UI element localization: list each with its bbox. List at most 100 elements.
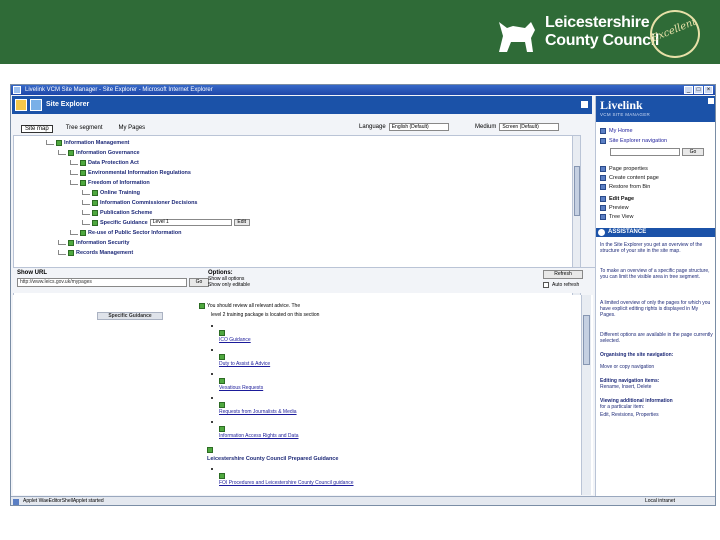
preview-icon	[600, 205, 606, 211]
tree-node[interactable]: Freedom of Information	[70, 178, 150, 187]
bullet	[211, 421, 213, 423]
tree-connector	[58, 240, 66, 245]
page-icon	[92, 219, 98, 226]
sidebar-go-button[interactable]: Go	[682, 148, 704, 156]
tree-node[interactable]: Re-use of Public Sector Information	[70, 228, 182, 237]
globe-icon	[30, 99, 42, 111]
sidebar-item-preview[interactable]: Preview	[600, 205, 629, 211]
tree-connector	[82, 200, 90, 205]
tree-connector	[70, 180, 78, 185]
guidance-link[interactable]: Duty to Assist & Advice	[219, 361, 270, 367]
guidance-link[interactable]: Information Access Rights and Data	[219, 433, 299, 439]
sidebar-item-label: Tree View	[609, 214, 634, 220]
tree-node-label: Information Commissioner Decisions	[100, 199, 198, 206]
content-scrollbar-thumb[interactable]	[583, 315, 590, 365]
sidebar-item-site-explorer[interactable]: Site Explorer navigation	[600, 138, 667, 144]
tree-node[interactable]: Information Governance	[58, 148, 140, 157]
sidebar-item-tree-view[interactable]: Tree View	[600, 214, 633, 220]
bullet	[211, 468, 213, 470]
tree-node[interactable]: Information Security	[58, 238, 129, 247]
tree-node-label: Environmental Information Regulations	[88, 169, 191, 176]
url-options-bar: Show URL http://www.leics.gov.uk/mypages…	[13, 267, 603, 293]
sidebar-close-icon[interactable]	[708, 98, 714, 104]
folder-icon	[68, 239, 74, 246]
sidebar-item-restore[interactable]: Restore from Bin	[600, 184, 650, 190]
tree-connector	[82, 220, 90, 225]
sidebar-item-label: Edit Page	[609, 196, 635, 202]
maximize-button[interactable]: □	[694, 86, 703, 94]
guidance-link[interactable]: Requests from Journalists & Media	[219, 409, 297, 415]
refresh-button[interactable]: Refresh	[543, 270, 583, 279]
viewing-links[interactable]: Edit, Revisions, Properties	[600, 412, 714, 418]
tree-node[interactable]: Data Protection Act	[70, 158, 139, 167]
assist-paragraph: In the Site Explorer you get an overview…	[600, 242, 703, 254]
home-icon	[600, 128, 606, 134]
url-field[interactable]: http://www.leics.gov.uk/mypages	[17, 278, 187, 287]
folder-icon	[68, 149, 74, 156]
show-url-label: Show URL	[17, 270, 47, 276]
sidebar-item-edit-page[interactable]: Edit Page	[600, 196, 634, 202]
page-icon	[80, 159, 86, 166]
assist-paragraph: Different options are available in the p…	[600, 332, 713, 344]
tree-node-label: Publication Scheme	[100, 209, 153, 216]
options-block: Options: Show all options Show only edit…	[208, 270, 250, 288]
panel-close-icon[interactable]	[581, 101, 588, 108]
tab-my-pages[interactable]: My Pages	[115, 125, 148, 133]
go-button[interactable]: Go	[189, 278, 209, 287]
tree-connector	[70, 230, 78, 235]
page-content: Specific Guidance You should review all …	[13, 295, 593, 495]
tree-node[interactable]: Records Management	[58, 248, 133, 257]
content-scrollbar[interactable]	[581, 295, 591, 495]
tree-node-label: Specific Guidance	[100, 219, 148, 226]
council-name-line1: Leicestershire	[545, 14, 650, 31]
sidebar-item-my-home[interactable]: My Home	[600, 128, 633, 134]
auto-refresh-control[interactable]: Auto refresh	[543, 282, 579, 288]
tree-node[interactable]: Information Commissioner Decisions	[82, 198, 198, 207]
tree-connector	[70, 160, 78, 165]
sidebar-item-label: Create content page	[609, 175, 659, 181]
tree-node[interactable]: Information Management	[46, 138, 129, 147]
assist-paragraph: A limited overview of only the pages for…	[600, 300, 711, 318]
content-intro: You should review all relevant advice. T…	[207, 303, 301, 309]
prepared-guidance-link[interactable]: FOI Procedures and Leicestershire County…	[219, 480, 354, 486]
tree-node-label: Information Security	[76, 239, 130, 246]
sidebar-item-label: Page properties	[609, 166, 648, 172]
language-select[interactable]: English (Default)	[388, 123, 449, 131]
medium-control: Medium Screen (Default)	[475, 123, 560, 131]
options-line2[interactable]: Show only editable	[208, 282, 250, 288]
auto-refresh-checkbox[interactable]	[543, 282, 549, 288]
medium-select[interactable]: Screen (Default)	[499, 123, 560, 131]
page-icon	[199, 303, 205, 309]
specific-guidance-tab[interactable]: Specific Guidance	[97, 312, 163, 320]
minimize-button[interactable]: _	[684, 86, 693, 94]
guidance-link[interactable]: Vexatious Requests	[219, 385, 263, 391]
content-intro-2: level 2 training package is located on t…	[211, 312, 320, 318]
tree-connector	[58, 250, 66, 255]
language-control: Language English (Default)	[359, 123, 449, 131]
tree-node[interactable]: Publication Scheme	[82, 208, 152, 217]
help-icon	[598, 229, 605, 236]
organising-link[interactable]: Move or copy navigation	[600, 364, 714, 370]
level-select[interactable]: Level 1	[149, 219, 232, 226]
sidebar-item-page-properties[interactable]: Page properties	[600, 166, 648, 172]
tab-site-map[interactable]: Site map	[21, 125, 53, 133]
edit-button[interactable]: Edit	[233, 219, 250, 226]
close-button[interactable]: ×	[704, 86, 713, 94]
explorer-icon	[600, 138, 606, 144]
tab-tree-segment[interactable]: Tree segment	[63, 125, 106, 133]
editing-links[interactable]: Rename, Insert, Delete	[600, 384, 714, 390]
tree-node-label: Online Training	[100, 189, 141, 196]
tree-node[interactable]: Specific Guidance Level 1 Edit	[82, 218, 250, 227]
fox-emblem-icon	[499, 22, 535, 52]
page-icon	[80, 229, 86, 236]
assist-paragraph: To make an overview of a specific page s…	[600, 268, 710, 280]
livelink-brand: Livelink VCM SITE MANAGER	[596, 96, 715, 122]
guidance-link[interactable]: ICO Guidance	[219, 337, 251, 343]
sidebar-item-create-content[interactable]: Create content page	[600, 175, 659, 181]
sidebar-item-label: Restore from Bin	[609, 184, 651, 190]
tree-scrollbar-thumb[interactable]	[574, 166, 580, 216]
explorer-tabs: Site map Tree segment My Pages	[21, 125, 148, 133]
tree-node[interactable]: Online Training	[82, 188, 140, 197]
tree-node[interactable]: Environmental Information Regulations	[70, 168, 191, 177]
sidebar-search-input[interactable]	[610, 148, 680, 156]
